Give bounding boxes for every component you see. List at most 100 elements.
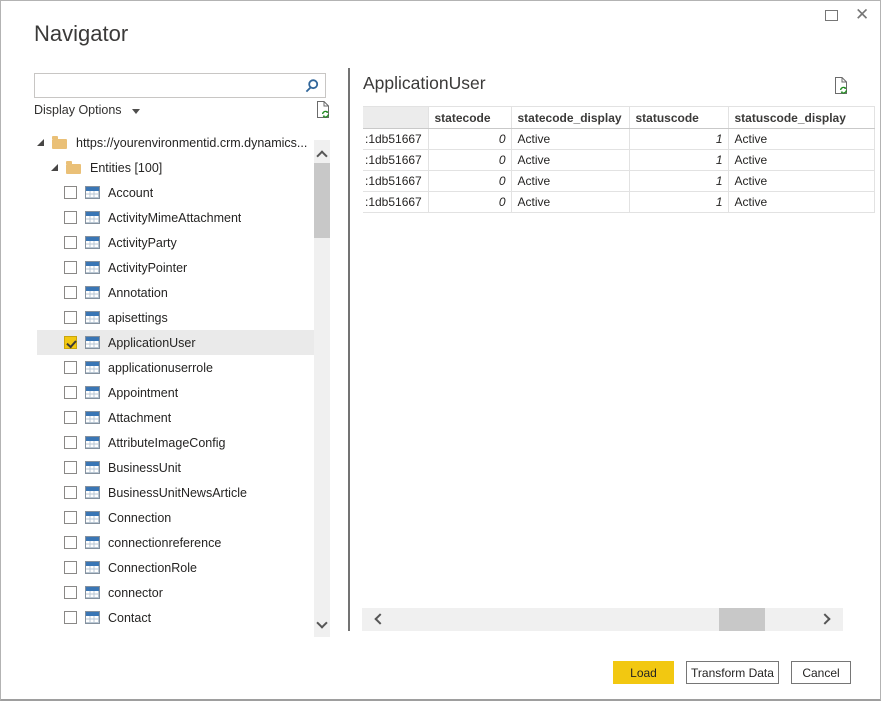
display-options-dropdown[interactable]: Display Options [34, 103, 140, 117]
tree-item-label: connector [108, 585, 163, 600]
tree-item-BusinessUnit[interactable]: BusinessUnit [37, 455, 314, 480]
table-icon [85, 461, 100, 474]
table-icon [85, 536, 100, 549]
table-cell: 1 [628, 191, 729, 213]
tree-item-label: Contact [108, 610, 152, 625]
collapse-icon[interactable] [51, 164, 58, 171]
checkbox-Contact[interactable] [64, 611, 77, 624]
table-icon [85, 236, 100, 249]
tree-item-Connection[interactable]: Connection [37, 505, 314, 530]
checkbox-applicationuserrole[interactable] [64, 361, 77, 374]
close-icon[interactable]: ✕ [855, 4, 869, 26]
page-title: Navigator [34, 21, 129, 46]
checked-checkbox-ApplicationUser[interactable] [64, 336, 77, 349]
checkbox-ActivityMimeAttachment[interactable] [64, 211, 77, 224]
table-icon [85, 261, 100, 274]
tree-scrollbar-thumb[interactable] [314, 163, 330, 238]
checkbox-apisettings[interactable] [64, 311, 77, 324]
checkbox-Annotation[interactable] [64, 286, 77, 299]
tree-item-ApplicationUser[interactable]: ApplicationUser [37, 330, 314, 355]
tree-item-Contact[interactable]: Contact [37, 605, 314, 630]
search-box [34, 73, 326, 98]
collapse-icon[interactable] [37, 139, 44, 146]
table-cell: :1db51667 [363, 128, 429, 150]
navigator-dialog: ✕ Navigator Display Options https://your… [0, 0, 881, 701]
tree-item-ActivityPointer[interactable]: ActivityPointer [37, 255, 314, 280]
checkbox-ActivityParty[interactable] [64, 236, 77, 249]
tree-item-label: ConnectionRole [108, 560, 197, 575]
tree-item-label: ActivityMimeAttachment [108, 210, 242, 225]
tree-item-ConnectionRole[interactable]: ConnectionRole [37, 555, 314, 580]
table-icon [85, 411, 100, 424]
tree-item-label: connectionreference [108, 535, 222, 550]
column-header-statuscode_display: statuscode_display [727, 106, 875, 129]
table-icon [85, 586, 100, 599]
tree-scrollbar[interactable] [314, 140, 330, 637]
tree-item-ActivityMimeAttachment[interactable]: ActivityMimeAttachment [37, 205, 314, 230]
tree-item-connectionreference[interactable]: connectionreference [37, 530, 314, 555]
refresh-preview-icon[interactable] [832, 76, 849, 101]
tree-item-label: Account [108, 185, 154, 200]
table-cell: Active [727, 128, 875, 150]
tree-item-connector[interactable]: connector [37, 580, 314, 605]
checkbox-Appointment[interactable] [64, 386, 77, 399]
folder-icon [66, 160, 81, 174]
tree-item-label: Connection [108, 510, 172, 525]
table-cell: 0 [427, 128, 512, 150]
load-button[interactable]: Load [613, 661, 674, 684]
tree-item-label: BusinessUnit [108, 460, 181, 475]
transform-data-button[interactable]: Transform Data [686, 661, 779, 684]
preview-hscrollbar-thumb[interactable] [719, 608, 765, 631]
tree-item-environment-url[interactable]: https://yourenvironmentid.crm.dynamics..… [1, 130, 314, 155]
tree-item-Attachment[interactable]: Attachment [37, 405, 314, 430]
checkbox-Account[interactable] [64, 186, 77, 199]
refresh-preview-icon[interactable] [314, 100, 331, 125]
preview-table: statecode statecode_display statuscode stat… [363, 106, 875, 213]
column-header-statecode: statecode [427, 106, 512, 129]
checkbox-ConnectionRole[interactable] [64, 561, 77, 574]
maximize-icon[interactable] [825, 10, 838, 21]
table-cell: Active [510, 149, 630, 171]
checkbox-Connection[interactable] [64, 511, 77, 524]
tree-items: Account ActivityMimeAttachment ActivityPar… [1, 180, 314, 630]
tree-item-BusinessUnitNewsArticle[interactable]: BusinessUnitNewsArticle [37, 480, 314, 505]
tree-item-apisettings[interactable]: apisettings [37, 305, 314, 330]
table-cell: 0 [427, 191, 512, 213]
tree-item-ActivityParty[interactable]: ActivityParty [37, 230, 314, 255]
checkbox-BusinessUnit[interactable] [64, 461, 77, 474]
tree-item-label: AttributeImageConfig [108, 435, 226, 450]
checkbox-connectionreference[interactable] [64, 536, 77, 549]
table-icon [85, 211, 100, 224]
panel-divider [348, 68, 350, 631]
scroll-down-icon[interactable] [316, 617, 328, 629]
tree-item-label: ApplicationUser [108, 335, 196, 350]
tree-item-Annotation[interactable]: Annotation [37, 280, 314, 305]
tree-item-entities-folder[interactable]: Entities [100] [1, 155, 314, 180]
scroll-right-icon[interactable] [819, 613, 831, 625]
table-row: :1db51667 0 Active 1 Active [363, 128, 875, 150]
checkbox-ActivityPointer[interactable] [64, 261, 77, 274]
checkbox-Attachment[interactable] [64, 411, 77, 424]
search-icon[interactable] [303, 78, 320, 95]
table-cell: Active [510, 191, 630, 213]
checkbox-AttributeImageConfig[interactable] [64, 436, 77, 449]
table-icon [85, 286, 100, 299]
table-icon [85, 336, 100, 349]
preview-hscrollbar[interactable] [362, 608, 843, 631]
table-icon [85, 561, 100, 574]
checkbox-BusinessUnitNewsArticle[interactable] [64, 486, 77, 499]
scroll-left-icon[interactable] [374, 613, 386, 625]
table-cell: :1db51667 [363, 149, 429, 171]
tree-item-label: https://yourenvironmentid.crm.dynamics..… [76, 135, 308, 150]
table-cell: Active [727, 149, 875, 171]
cancel-button[interactable]: Cancel [791, 661, 851, 684]
tree-item-AttributeImageConfig[interactable]: AttributeImageConfig [37, 430, 314, 455]
scroll-up-icon[interactable] [316, 150, 328, 162]
tree-item-Appointment[interactable]: Appointment [37, 380, 314, 405]
tree-item-applicationuserrole[interactable]: applicationuserrole [37, 355, 314, 380]
preview-table-header: statecode statecode_display statuscode stat… [363, 106, 875, 129]
checkbox-connector[interactable] [64, 586, 77, 599]
search-input[interactable] [35, 74, 325, 97]
tree-item-Account[interactable]: Account [37, 180, 314, 205]
table-cell: Active [727, 170, 875, 192]
